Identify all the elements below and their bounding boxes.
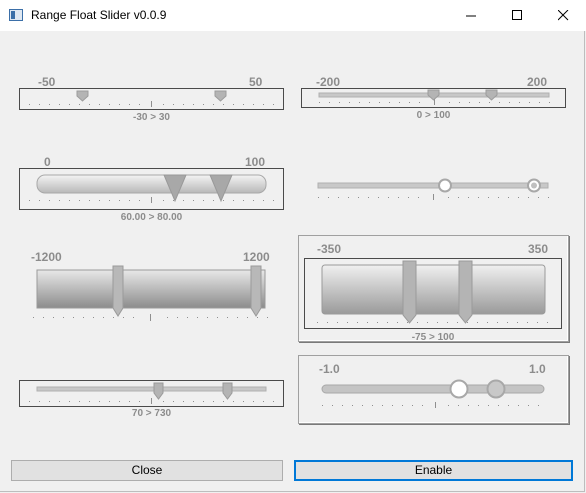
slider3-max-label: 100 <box>245 155 266 169</box>
slider6-max-label: 350 <box>528 242 549 256</box>
slider3-range-label: 60.00 > 80.00 <box>120 212 183 223</box>
slider7-lower-handle[interactable] <box>153 382 164 400</box>
slider5-max-label: 1200 <box>243 250 270 264</box>
slider6-upper-handle[interactable] <box>458 260 473 324</box>
slider1-lower-handle[interactable] <box>76 90 89 102</box>
slider5-lower-handle[interactable] <box>112 265 124 317</box>
slider3[interactable] <box>19 168 284 210</box>
slider7-graphic <box>29 382 274 404</box>
slider1-max-label: 50 <box>249 75 263 89</box>
slider6-min-label: -350 <box>317 242 342 256</box>
slider1-graphic <box>29 90 274 107</box>
slider7-range-label: 70 > 730 <box>131 408 172 419</box>
slider1-upper-handle[interactable] <box>214 90 227 102</box>
slider6-range-label: -75 > 100 <box>411 332 455 343</box>
slider6-graphic <box>317 260 548 324</box>
slider8-graphic <box>321 379 545 408</box>
maximize-button[interactable] <box>494 0 540 31</box>
minimize-icon <box>466 15 476 17</box>
close-icon <box>558 10 569 21</box>
slider4-lower-handle[interactable] <box>438 178 452 193</box>
slider4-graphic <box>317 178 549 200</box>
slider2[interactable] <box>301 88 566 108</box>
slider2-graphic <box>318 89 550 105</box>
slider2-max-label: 200 <box>527 75 548 89</box>
slider8[interactable] <box>304 376 562 416</box>
minimize-button[interactable] <box>448 0 494 31</box>
close-button[interactable]: Close <box>11 460 283 481</box>
slider8-min-label: -1.0 <box>319 362 340 376</box>
slider8-max-label: 1.0 <box>529 362 546 376</box>
slider2-upper-handle[interactable] <box>485 89 498 101</box>
slider6[interactable] <box>304 258 562 329</box>
slider1-range-label: -30 > 30 <box>133 112 170 123</box>
title-bar: Range Float Slider v0.0.9 <box>0 0 586 31</box>
app-icon <box>9 9 23 21</box>
slider3-min-label: 0 <box>44 155 51 169</box>
slider5[interactable] <box>19 264 284 328</box>
slider6-lower-handle[interactable] <box>402 260 417 324</box>
slider5-graphic <box>33 265 268 321</box>
window-title: Range Float Slider v0.0.9 <box>31 8 167 22</box>
slider1[interactable] <box>19 88 284 110</box>
close-window-button[interactable] <box>540 0 586 31</box>
slider5-upper-handle[interactable] <box>250 265 262 317</box>
slider1-min-label: -50 <box>38 75 56 89</box>
maximize-icon <box>512 10 522 20</box>
slider3-graphic <box>29 174 274 203</box>
slider7[interactable] <box>19 380 284 407</box>
slider2-min-label: -200 <box>316 75 341 89</box>
slider2-range-label: 0 > 100 <box>416 110 451 121</box>
slider2-lower-handle[interactable] <box>427 89 440 101</box>
slider7-upper-handle[interactable] <box>222 382 233 400</box>
slider4[interactable] <box>306 176 561 202</box>
slider8-upper-handle[interactable] <box>486 379 506 399</box>
enable-button[interactable]: Enable <box>294 460 573 481</box>
slider8-lower-handle[interactable] <box>449 379 469 399</box>
slider5-min-label: -1200 <box>31 250 62 264</box>
